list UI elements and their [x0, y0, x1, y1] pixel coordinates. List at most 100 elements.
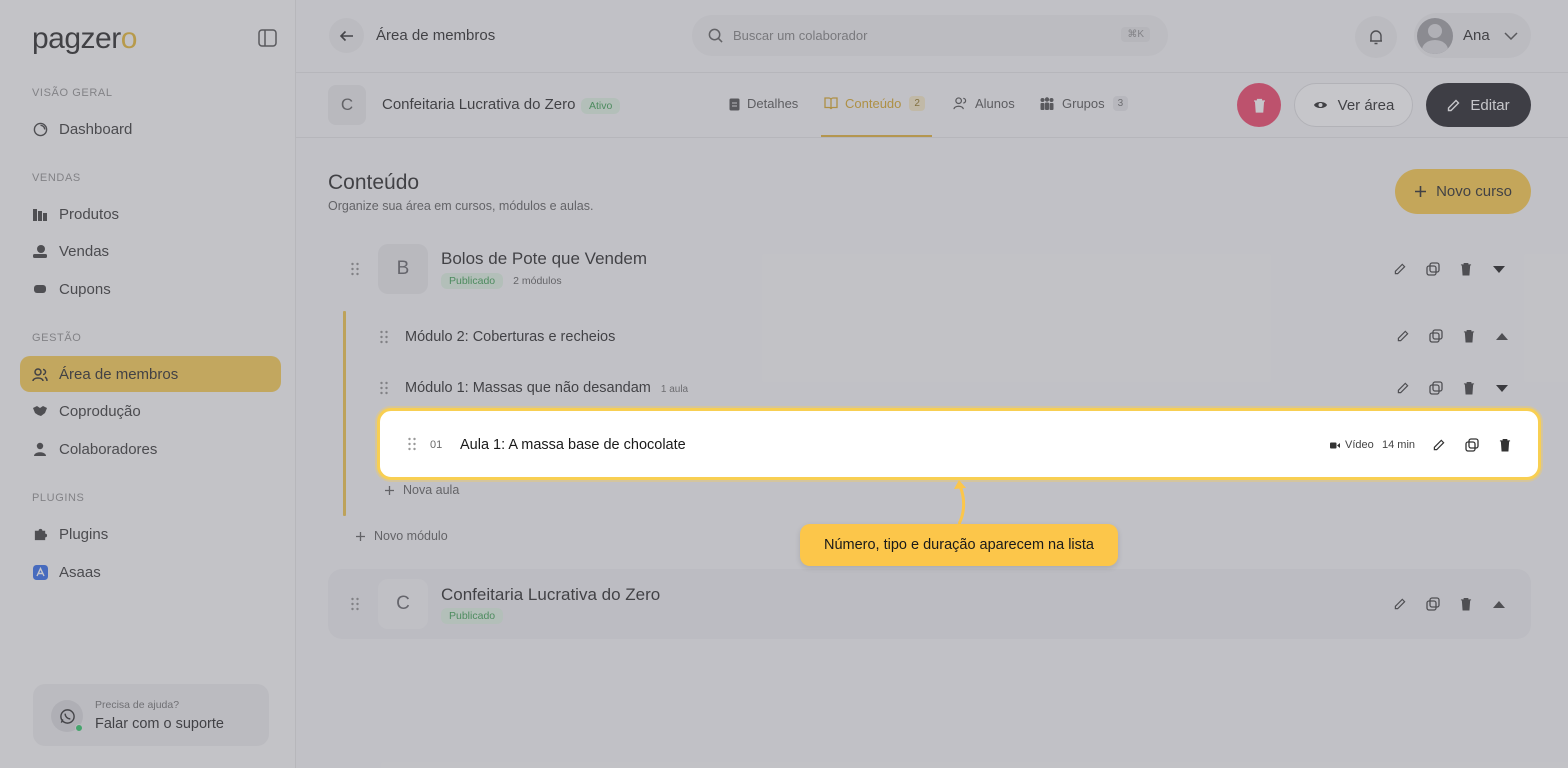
duplicate-course-icon[interactable] — [1425, 261, 1441, 277]
delete-module-icon[interactable] — [1461, 328, 1477, 344]
products-icon — [32, 206, 48, 222]
header-divider — [296, 137, 1568, 138]
user-menu[interactable]: Ana — [1414, 13, 1531, 58]
sidebar-item-asaas[interactable]: Asaas — [20, 554, 281, 590]
module-name[interactable]: Módulo 2: Coberturas e recheios — [405, 329, 615, 345]
tab-conteudo[interactable]: Conteúdo 2 — [824, 96, 925, 111]
search-bar[interactable]: ⌘K — [692, 15, 1168, 56]
help-card[interactable]: Precisa de ajuda? Falar com o suporte — [33, 684, 269, 746]
sidebar-item-label: Vendas — [59, 242, 110, 260]
sidebar-item-cupons[interactable]: Cupons — [20, 271, 281, 307]
edit-label: Editar — [1470, 96, 1510, 114]
sidebar-item-label: Área de membros — [59, 365, 179, 383]
pencil-icon — [1447, 99, 1460, 112]
tab-label: Grupos — [1062, 96, 1105, 111]
section-vendas: VENDAS — [32, 172, 81, 184]
lesson-count: 1 aula — [660, 384, 689, 395]
content-title: Conteúdo — [328, 171, 420, 194]
puzzle-icon — [32, 526, 48, 542]
asaas-logo-icon — [32, 564, 48, 580]
video-camera-icon — [1330, 442, 1340, 449]
course-name[interactable]: Confeitaria Lucrativa do Zero — [441, 585, 660, 605]
edit-module-icon[interactable] — [1395, 328, 1411, 344]
sidebar-item-coproducao[interactable]: Coprodução — [20, 393, 281, 429]
lesson-duration: 14 min — [1382, 439, 1416, 451]
expand-course-icon[interactable] — [1491, 596, 1507, 612]
avatar — [1417, 17, 1453, 54]
tab-detalhes[interactable]: Detalhes — [729, 96, 798, 111]
help-question: Precisa de ajuda? — [95, 699, 180, 711]
notifications-button[interactable] — [1355, 16, 1397, 58]
new-module-button[interactable]: Novo módulo — [355, 529, 448, 543]
eye-icon — [1313, 100, 1328, 110]
tab-label: Conteúdo — [845, 96, 902, 111]
collapse-course-icon[interactable] — [1491, 261, 1507, 277]
section-visao-geral: VISÃO GERAL — [32, 87, 113, 99]
sidebar-item-label: Colaboradores — [59, 440, 158, 458]
duplicate-lesson-icon[interactable] — [1464, 437, 1480, 453]
search-input[interactable] — [733, 28, 1093, 43]
sidebar-item-dashboard[interactable]: Dashboard — [20, 111, 281, 147]
course-meta: Publicado 2 módulos — [441, 273, 562, 289]
back-button[interactable] — [329, 18, 364, 53]
logo-text: pagzer — [32, 22, 121, 55]
pagzero-logo[interactable]: pagzero — [32, 22, 137, 56]
edit-module-icon[interactable] — [1395, 380, 1411, 396]
duplicate-module-icon[interactable] — [1428, 328, 1444, 344]
tooltip-arrow-icon — [954, 480, 966, 525]
duplicate-module-icon[interactable] — [1428, 380, 1444, 396]
members-icon — [32, 366, 48, 382]
topbar-divider — [296, 72, 1568, 73]
delete-course-icon[interactable] — [1458, 261, 1474, 277]
sidebar-item-label: Dashboard — [59, 120, 133, 138]
delete-module-icon[interactable] — [1461, 380, 1477, 396]
arrow-left-icon — [339, 30, 353, 41]
drag-handle-icon[interactable] — [350, 262, 360, 276]
sidebar-item-label: Asaas — [59, 563, 101, 581]
sidebar-item-label: Coprodução — [59, 402, 141, 420]
dashboard-icon — [32, 121, 48, 137]
duplicate-course-icon[interactable] — [1425, 596, 1441, 612]
view-area-button[interactable]: Ver área — [1294, 83, 1413, 127]
drag-handle-icon[interactable] — [379, 330, 389, 344]
lesson-row[interactable]: 01 Aula 1: A massa base de chocolate Víd… — [377, 408, 1541, 480]
sidebar-item-plugins[interactable]: Plugins — [20, 516, 281, 552]
edit-area-button[interactable]: Editar — [1426, 83, 1531, 127]
published-badge: Publicado — [441, 608, 504, 624]
clipboard-icon — [729, 97, 740, 111]
collapse-module-icon[interactable] — [1494, 380, 1510, 396]
course-name[interactable]: Bolos de Pote que Vendem — [441, 249, 647, 269]
new-course-button[interactable]: Novo curso — [1395, 169, 1531, 214]
sidebar-collapse-icon[interactable] — [258, 29, 277, 47]
delete-lesson-icon[interactable] — [1497, 437, 1513, 453]
edit-course-icon[interactable] — [1392, 261, 1408, 277]
chevron-down-icon — [1504, 31, 1518, 40]
area-avatar: C — [328, 85, 366, 125]
new-lesson-button[interactable]: Nova aula — [384, 483, 459, 497]
support-link[interactable]: Falar com o suporte — [95, 716, 224, 732]
plus-icon — [355, 531, 366, 542]
drag-handle-icon[interactable] — [379, 381, 389, 395]
published-badge: Publicado — [441, 273, 504, 289]
tab-count-badge: 2 — [909, 96, 925, 111]
edit-lesson-icon[interactable] — [1431, 437, 1447, 453]
drag-handle-icon[interactable] — [350, 597, 360, 611]
sidebar-item-produtos[interactable]: Produtos — [20, 196, 281, 232]
new-module-label: Novo módulo — [374, 529, 448, 543]
tab-alunos[interactable]: Alunos — [953, 96, 1015, 111]
sidebar-item-area-de-membros[interactable]: Área de membros — [20, 356, 281, 392]
module-title: Módulo 1: Massas que não desandam — [405, 380, 651, 396]
course-meta: Publicado — [441, 608, 504, 624]
delete-area-button[interactable] — [1237, 83, 1281, 127]
tab-label: Alunos — [975, 96, 1015, 111]
sidebar-item-colaboradores[interactable]: Colaboradores — [20, 431, 281, 467]
module-name[interactable]: Módulo 1: Massas que não desandam 1 aula — [405, 380, 688, 396]
delete-course-icon[interactable] — [1458, 596, 1474, 612]
trash-icon — [1253, 98, 1265, 113]
drag-handle-icon[interactable] — [407, 437, 417, 451]
edit-course-icon[interactable] — [1392, 596, 1408, 612]
view-area-label: Ver área — [1337, 96, 1395, 114]
expand-module-icon[interactable] — [1494, 328, 1510, 344]
tab-grupos[interactable]: Grupos 3 — [1039, 96, 1129, 111]
sidebar-item-vendas[interactable]: Vendas — [20, 233, 281, 269]
